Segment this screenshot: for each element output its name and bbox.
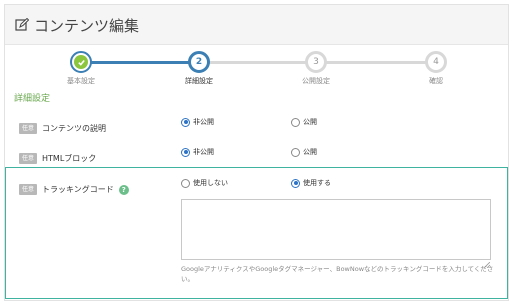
step-4-indicator: 4 bbox=[425, 51, 447, 73]
field-row-description: 任意 コンテンツの説明 非公開 公開 bbox=[5, 114, 508, 134]
radio-label: 非公開 bbox=[193, 148, 214, 156]
radio-label: 使用する bbox=[303, 179, 331, 187]
resize-handle-icon[interactable] bbox=[483, 253, 491, 269]
stepper-track-done bbox=[81, 61, 197, 64]
field-label: HTMLブロック bbox=[42, 154, 97, 163]
edit-icon bbox=[15, 17, 30, 31]
step-2-indicator: 2 bbox=[188, 51, 210, 73]
radio-selected-icon[interactable] bbox=[181, 117, 190, 127]
page-title: コンテンツ編集 bbox=[34, 17, 140, 35]
field-label: トラッキングコード bbox=[42, 185, 114, 194]
tracking-unused-radio[interactable]: 使用しない bbox=[181, 178, 228, 188]
optional-badge: 任意 bbox=[19, 153, 38, 164]
tracking-code-textarea[interactable] bbox=[181, 199, 491, 260]
description-public-radio[interactable]: 公開 bbox=[291, 117, 317, 127]
field-row-html-block: 任意 HTMLブロック 非公開 公開 bbox=[5, 144, 508, 164]
tracking-code-hint: GoogleアナリティクスやGoogleタグマネージャー、BowNowなどのトラ… bbox=[181, 265, 494, 283]
progress-stepper: 2 3 4 基本設定 詳細設定 公開設定 確認 bbox=[5, 51, 508, 87]
radio-selected-icon[interactable] bbox=[291, 178, 300, 188]
radio-label: 非公開 bbox=[193, 118, 214, 126]
check-icon bbox=[74, 55, 88, 69]
help-icon[interactable]: ? bbox=[118, 184, 129, 195]
step-4-label: 確認 bbox=[429, 77, 443, 85]
radio-selected-icon[interactable] bbox=[181, 147, 190, 157]
step-2-label: 詳細設定 bbox=[185, 77, 213, 85]
description-private-radio[interactable]: 非公開 bbox=[181, 117, 214, 127]
content-edit-panel: コンテンツ編集 2 3 4 基本設定 詳細設定 公開設定 確認 詳細設定 任意コ… bbox=[4, 4, 509, 301]
optional-badge: 任意 bbox=[19, 184, 38, 195]
radio-label: 使用しない bbox=[193, 179, 228, 187]
panel-header: コンテンツ編集 bbox=[5, 5, 508, 45]
field-row-tracking-code: 任意 トラッキングコード? 使用しない 使用する bbox=[5, 175, 508, 195]
step-1-label: 基本設定 bbox=[67, 77, 95, 85]
radio-label: 公開 bbox=[303, 148, 317, 156]
optional-badge: 任意 bbox=[19, 123, 38, 134]
step-3-label: 公開設定 bbox=[302, 77, 330, 85]
section-title: 詳細設定 bbox=[14, 94, 51, 104]
step-3-indicator: 3 bbox=[305, 51, 327, 73]
html-block-public-radio[interactable]: 公開 bbox=[291, 147, 317, 157]
step-1-indicator[interactable] bbox=[70, 51, 92, 73]
radio-label: 公開 bbox=[303, 118, 317, 126]
radio-unselected-icon[interactable] bbox=[181, 178, 190, 188]
field-label: コンテンツの説明 bbox=[42, 124, 107, 133]
radio-unselected-icon[interactable] bbox=[291, 147, 300, 157]
html-block-private-radio[interactable]: 非公開 bbox=[181, 147, 214, 157]
tracking-use-radio[interactable]: 使用する bbox=[291, 178, 331, 188]
radio-unselected-icon[interactable] bbox=[291, 117, 300, 127]
